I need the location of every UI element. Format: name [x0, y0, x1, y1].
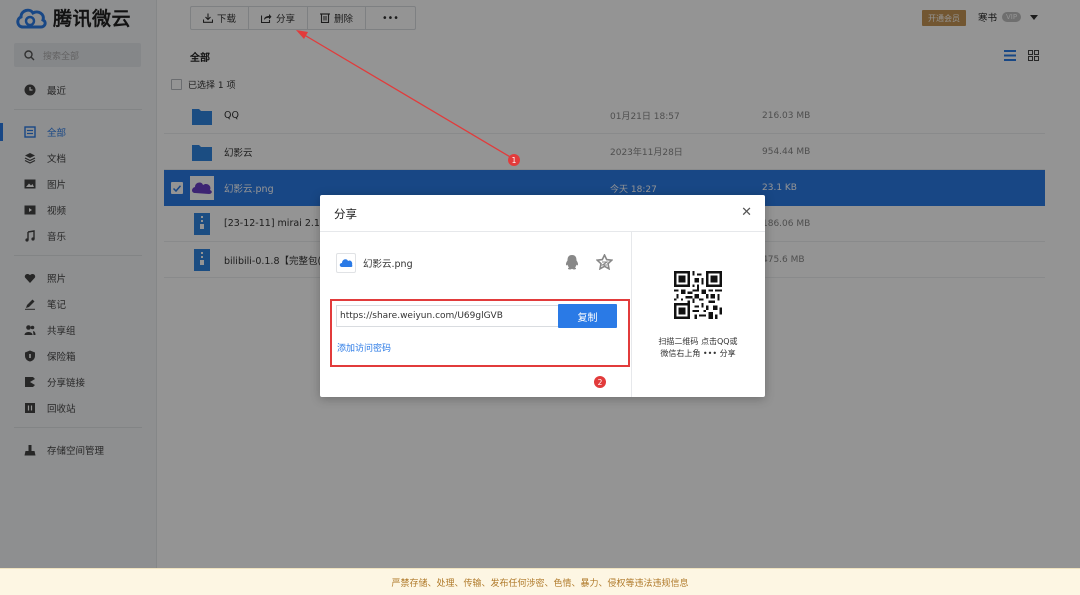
image-thumbnail-icon — [336, 253, 356, 273]
share-file-info: 幻影云.png — [336, 253, 413, 273]
dialog-divider — [631, 232, 632, 397]
add-password-link[interactable]: 添加访问密码 — [337, 341, 391, 354]
qzone-star-icon[interactable] — [596, 254, 613, 270]
share-dialog: 分享 ✕ 幻影云.png https://share.weiyun.com/U6… — [320, 195, 765, 397]
qr-instructions: 扫描二维码 点击QQ或 微信右上角 ••• 分享 — [658, 337, 738, 358]
annotation-badge-2: 2 — [594, 376, 606, 388]
dialog-divider — [320, 231, 765, 232]
dialog-title: 分享 — [334, 207, 357, 221]
close-icon[interactable]: ✕ — [741, 205, 752, 220]
share-link-input[interactable]: https://share.weiyun.com/U69glGVB — [336, 305, 559, 327]
share-file-name: 幻影云.png — [363, 259, 413, 270]
qr-code — [674, 271, 722, 319]
annotation-badge-1: 1 — [508, 154, 520, 166]
qq-share-icon[interactable] — [564, 254, 580, 272]
copy-button[interactable]: 复制 — [558, 304, 617, 328]
legal-notice-bar: 严禁存储、处理、传输、发布任何涉密、色情、暴力、侵权等违法违规信息 — [0, 568, 1080, 595]
